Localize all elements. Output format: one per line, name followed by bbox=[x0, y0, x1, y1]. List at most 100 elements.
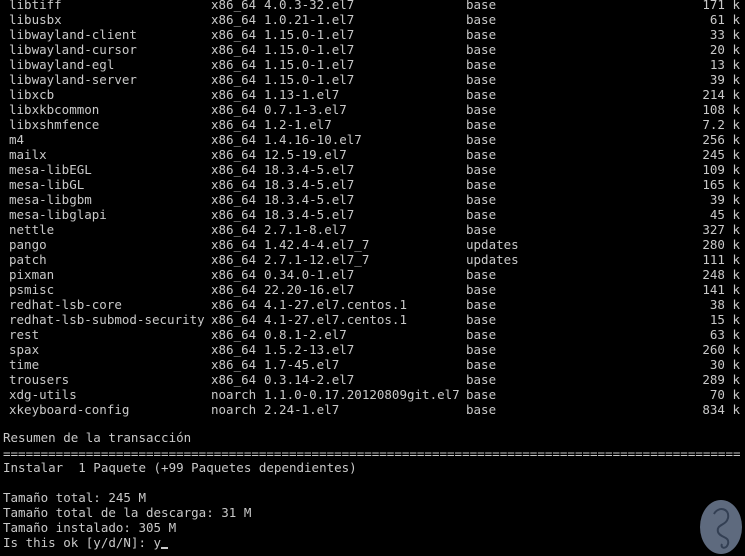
package-version: 1.5.2-13.el7 bbox=[264, 342, 355, 357]
watermark-logo-icon bbox=[700, 500, 742, 554]
package-row: libusbx x86_64 1.0.21-1.el7 base 61 k bbox=[0, 12, 745, 27]
package-repo: base bbox=[466, 12, 497, 27]
package-size: 834 k bbox=[702, 402, 740, 417]
package-name: nettle bbox=[9, 222, 55, 237]
package-repo: base bbox=[466, 132, 497, 147]
package-repo: base bbox=[466, 387, 497, 402]
package-version: 0.8.1-2.el7 bbox=[264, 327, 347, 342]
package-repo: base bbox=[466, 87, 497, 102]
package-arch: x86_64 bbox=[211, 132, 257, 147]
package-repo: base bbox=[466, 117, 497, 132]
package-size: 13 k bbox=[709, 57, 740, 72]
package-name: libtiff bbox=[9, 0, 62, 12]
package-arch: x86_64 bbox=[211, 27, 257, 42]
package-size: 45 k bbox=[709, 207, 740, 222]
package-name: redhat-lsb-core bbox=[9, 297, 122, 312]
package-version: 4.1-27.el7.centos.1 bbox=[264, 312, 407, 327]
package-version: 1.1.0-0.17.20120809git.el7 bbox=[264, 387, 460, 402]
package-repo: base bbox=[466, 282, 497, 297]
package-size: 20 k bbox=[709, 42, 740, 57]
package-size: 108 k bbox=[702, 102, 740, 117]
package-name: libxcb bbox=[9, 87, 55, 102]
package-repo: base bbox=[466, 72, 497, 87]
package-version: 1.7-45.el7 bbox=[264, 357, 340, 372]
package-size: 111 k bbox=[702, 252, 740, 267]
package-size: 141 k bbox=[702, 282, 740, 297]
package-arch: noarch bbox=[211, 387, 257, 402]
package-arch: x86_64 bbox=[211, 297, 257, 312]
package-row: m4 x86_64 1.4.16-10.el7 base 256 k bbox=[0, 132, 745, 147]
package-name: pixman bbox=[9, 267, 55, 282]
package-repo: updates bbox=[466, 252, 519, 267]
package-arch: x86_64 bbox=[211, 57, 257, 72]
package-version: 1.13-1.el7 bbox=[264, 87, 340, 102]
package-row: libwayland-client x86_64 1.15.0-1.el7 base 3… bbox=[0, 27, 745, 42]
install-summary: Instalar 1 Paquete (+99 Paquetes dependi… bbox=[3, 460, 357, 475]
package-arch: x86_64 bbox=[211, 87, 257, 102]
package-row: libxcb x86_64 1.13-1.el7 base 214 k bbox=[0, 87, 745, 102]
package-row: mailx x86_64 12.5-19.el7 base 245 k bbox=[0, 147, 745, 162]
package-row: libwayland-cursor x86_64 1.15.0-1.el7 base 2… bbox=[0, 42, 745, 57]
confirm-prompt-line[interactable]: Is this ok [y/d/N]: y bbox=[3, 535, 169, 550]
package-size: 245 k bbox=[702, 147, 740, 162]
package-row: mesa-libGL x86_64 18.3.4-5.el7 base 165 k bbox=[0, 177, 745, 192]
package-repo: base bbox=[466, 402, 497, 417]
package-version: 1.15.0-1.el7 bbox=[264, 72, 355, 87]
package-arch: x86_64 bbox=[211, 237, 257, 252]
package-size: 256 k bbox=[702, 132, 740, 147]
package-name: libwayland-egl bbox=[9, 57, 115, 72]
package-size: 7.2 k bbox=[702, 117, 740, 132]
package-size: 109 k bbox=[702, 162, 740, 177]
package-size: 171 k bbox=[702, 0, 740, 12]
package-version: 18.3.4-5.el7 bbox=[264, 177, 355, 192]
package-row: pango x86_64 1.42.4-4.el7_7 updates 280 k bbox=[0, 237, 745, 252]
package-arch: x86_64 bbox=[211, 207, 257, 222]
package-row: redhat-lsb-submod-security x86_64 4.1-27.e… bbox=[0, 312, 745, 327]
package-name: patch bbox=[9, 252, 47, 267]
package-name: redhat-lsb-submod-security bbox=[9, 312, 205, 327]
download-size: Tamaño total de la descarga: 31 M bbox=[3, 505, 252, 520]
package-row: psmisc x86_64 22.20-16.el7 base 141 k bbox=[0, 282, 745, 297]
package-name: pango bbox=[9, 237, 47, 252]
package-row: libwayland-server x86_64 1.15.0-1.el7 base 3… bbox=[0, 72, 745, 87]
package-repo: base bbox=[466, 222, 497, 237]
package-row: spax x86_64 1.5.2-13.el7 base 260 k bbox=[0, 342, 745, 357]
package-name: trousers bbox=[9, 372, 70, 387]
package-arch: x86_64 bbox=[211, 117, 257, 132]
package-version: 1.42.4-4.el7_7 bbox=[264, 237, 370, 252]
package-repo: base bbox=[466, 372, 497, 387]
package-version: 1.2-1.el7 bbox=[264, 117, 332, 132]
package-row: libxshmfence x86_64 1.2-1.el7 base 7.2 k bbox=[0, 117, 745, 132]
package-repo: base bbox=[466, 27, 497, 42]
package-repo: base bbox=[466, 57, 497, 72]
package-arch: x86_64 bbox=[211, 42, 257, 57]
package-arch: x86_64 bbox=[211, 102, 257, 117]
package-name: xdg-utils bbox=[9, 387, 77, 402]
package-version: 2.7.1-8.el7 bbox=[264, 222, 347, 237]
package-version: 18.3.4-5.el7 bbox=[264, 192, 355, 207]
package-version: 2.7.1-12.el7_7 bbox=[264, 252, 370, 267]
package-repo: base bbox=[466, 297, 497, 312]
package-name: xkeyboard-config bbox=[9, 402, 130, 417]
package-repo: base bbox=[466, 102, 497, 117]
package-repo: base bbox=[466, 0, 497, 12]
package-row: redhat-lsb-core x86_64 4.1-27.el7.centos.1… bbox=[0, 297, 745, 312]
package-arch: x86_64 bbox=[211, 252, 257, 267]
package-name: libxshmfence bbox=[9, 117, 100, 132]
package-arch: x86_64 bbox=[211, 357, 257, 372]
package-row: mesa-libglapi x86_64 18.3.4-5.el7 base 45 k bbox=[0, 207, 745, 222]
package-repo: base bbox=[466, 147, 497, 162]
package-row: rest x86_64 0.8.1-2.el7 base 63 k bbox=[0, 327, 745, 342]
package-arch: x86_64 bbox=[211, 312, 257, 327]
separator: ========================================… bbox=[3, 446, 741, 461]
package-row: patch x86_64 2.7.1-12.el7_7 updates 111 k bbox=[0, 252, 745, 267]
prompt-input[interactable]: y bbox=[154, 535, 162, 550]
package-row: pixman x86_64 0.34.0-1.el7 base 248 k bbox=[0, 267, 745, 282]
package-row: xdg-utils noarch 1.1.0-0.17.20120809git.el… bbox=[0, 387, 745, 402]
package-version: 1.15.0-1.el7 bbox=[264, 57, 355, 72]
package-name: libwayland-cursor bbox=[9, 42, 137, 57]
text-cursor bbox=[161, 547, 169, 549]
package-version: 1.4.16-10.el7 bbox=[264, 132, 362, 147]
package-version: 18.3.4-5.el7 bbox=[264, 207, 355, 222]
package-name: spax bbox=[9, 342, 40, 357]
